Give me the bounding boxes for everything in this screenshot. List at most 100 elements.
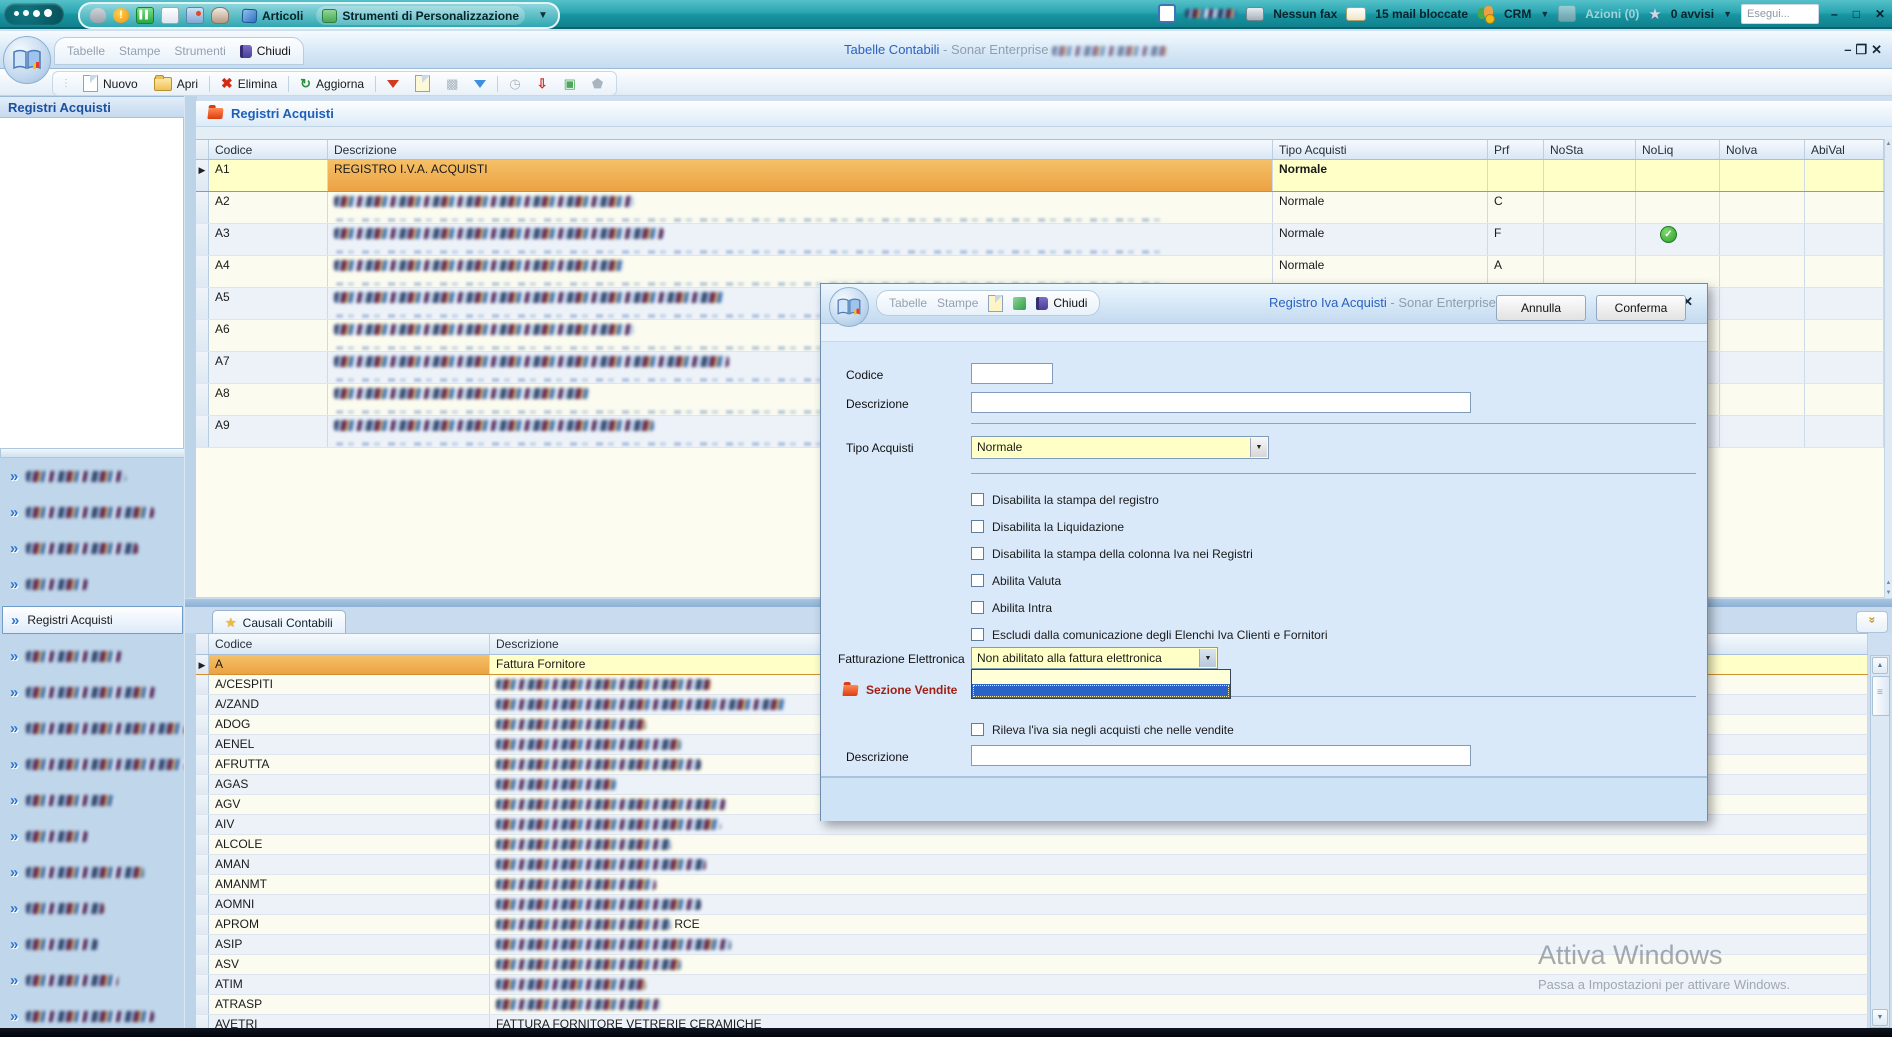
checkbox[interactable] <box>971 574 984 587</box>
apri-button[interactable]: Apri <box>149 76 203 92</box>
dialog-menu-tabelle[interactable]: Tabelle <box>889 296 927 310</box>
notebook-icon[interactable] <box>1158 4 1176 23</box>
cell-descrizione[interactable] <box>328 192 1273 223</box>
cell-codice[interactable]: A/ZAND <box>209 695 490 714</box>
alert-icon[interactable]: ! <box>113 8 129 23</box>
dropdown-option[interactable] <box>972 670 1230 684</box>
cell-noiva[interactable] <box>1720 256 1805 287</box>
cell-descrizione[interactable] <box>328 224 1273 255</box>
cell-codice[interactable]: ADOG <box>209 715 490 734</box>
crm-icon[interactable] <box>1477 6 1495 21</box>
table-row[interactable]: AMANMT <box>196 875 1868 895</box>
avvisi-caret-icon[interactable]: ▼ <box>1723 9 1732 19</box>
table-row[interactable]: AMAN <box>196 855 1868 875</box>
cell-codice[interactable]: A7 <box>209 352 328 383</box>
sidebar-item[interactable]: » <box>0 818 185 854</box>
cell-abival[interactable] <box>1805 192 1884 223</box>
cell-descrizione[interactable] <box>490 875 1868 894</box>
cell-codice[interactable]: AMAN <box>209 855 490 874</box>
cell-codice[interactable]: A8 <box>209 384 328 415</box>
table-row[interactable]: ALCOLE <box>196 835 1868 855</box>
sidebar-item[interactable]: » Registri Acquisti <box>2 606 183 634</box>
cell-abival[interactable] <box>1805 256 1884 287</box>
cell-codice[interactable]: AIV <box>209 815 490 834</box>
sidebar-item[interactable]: » <box>0 926 185 962</box>
sidebar-item[interactable]: » <box>0 710 185 746</box>
checkbox[interactable] <box>971 493 984 506</box>
aggiorna-button[interactable]: ↻Aggiorna <box>295 75 369 93</box>
cell-codice[interactable]: AENEL <box>209 735 490 754</box>
cell-prf[interactable] <box>1488 160 1544 191</box>
cell-descrizione[interactable] <box>490 855 1868 874</box>
checkbox-row[interactable]: Abilita Valuta <box>971 574 1061 588</box>
menu-chiudi[interactable]: Chiudi <box>240 44 291 58</box>
taskbar-tab-strumenti[interactable]: Strumenti di Personalizzazione <box>316 6 525 25</box>
cell-prf[interactable]: C <box>1488 192 1544 223</box>
filter-button[interactable] <box>469 79 491 89</box>
column-header-noiva[interactable]: NoIva <box>1720 140 1805 159</box>
sidebar-splitter[interactable] <box>0 448 185 458</box>
taskbar-minimize-button[interactable]: – <box>1828 7 1841 21</box>
nuovo-button[interactable]: Nuovo <box>78 74 143 93</box>
sidebar-item[interactable]: » <box>0 494 185 530</box>
column-header-prf[interactable]: Prf <box>1488 140 1544 159</box>
cell-descrizione[interactable] <box>490 895 1868 914</box>
checkbox[interactable] <box>971 628 984 641</box>
cell-abival[interactable] <box>1805 320 1884 351</box>
cell-codice[interactable]: AGV <box>209 795 490 814</box>
cell-descrizione[interactable] <box>490 995 1868 1014</box>
hand-icon[interactable] <box>90 8 106 23</box>
cell-noliq[interactable] <box>1636 192 1720 223</box>
cell-noiva[interactable] <box>1720 192 1805 223</box>
column-header-descrizione[interactable]: Descrizione <box>328 140 1273 159</box>
cell-tipo-acquisti[interactable]: Normale <box>1273 160 1488 191</box>
checkbox[interactable] <box>971 601 984 614</box>
scroll-down-button[interactable]: ▼ <box>1872 1009 1888 1026</box>
cell-codice[interactable]: A3 <box>209 224 328 255</box>
checkbox[interactable] <box>971 723 984 736</box>
video-icon[interactable]: ▌▌ <box>136 7 154 24</box>
sidebar-item[interactable]: » <box>0 746 185 782</box>
cell-codice[interactable]: ATRASP <box>209 995 490 1014</box>
cell-codice[interactable]: APROM <box>209 915 490 934</box>
help-book-icon[interactable] <box>1013 297 1026 310</box>
conferma-button[interactable]: Conferma <box>1596 295 1686 321</box>
cell-noiva[interactable] <box>1720 224 1805 255</box>
mail-blocked-label[interactable]: 15 mail bloccate <box>1375 7 1468 21</box>
window-minimize-button[interactable]: – <box>1844 42 1855 57</box>
cell-noliq[interactable] <box>1636 160 1720 191</box>
cell-prf[interactable]: F <box>1488 224 1544 255</box>
cell-descrizione[interactable]: REGISTRO I.V.A. ACQUISTI <box>328 160 1273 191</box>
sidebar-item[interactable]: » <box>0 782 185 818</box>
column-header-codice[interactable]: Codice <box>209 140 328 159</box>
cell-tipo-acquisti[interactable]: Normale <box>1273 224 1488 255</box>
cell-descrizione[interactable]: RCE <box>490 915 1868 934</box>
cell-abival[interactable] <box>1805 416 1884 447</box>
taskbar-tab-articoli[interactable]: Articoli <box>236 9 309 23</box>
fax-icon[interactable] <box>1246 7 1264 21</box>
cell-noliq[interactable]: ✓ <box>1636 224 1720 255</box>
cell-noiva[interactable] <box>1720 352 1805 383</box>
cell-codice[interactable]: ATIM <box>209 975 490 994</box>
table-row[interactable]: A2 Normale C <box>196 192 1884 224</box>
avvisi-label[interactable]: 0 avvisi <box>1671 7 1714 21</box>
checkbox[interactable] <box>971 520 984 533</box>
column-header-abival[interactable]: AbiVal <box>1805 140 1884 159</box>
cell-codice[interactable]: A/CESPITI <box>209 675 490 694</box>
descrizione-field[interactable] <box>971 392 1471 413</box>
rileva-checkbox-row[interactable]: Rileva l'iva sia negli acquisti che nell… <box>971 723 1234 737</box>
table-row[interactable]: ▶ A1 REGISTRO I.V.A. ACQUISTI Normale <box>196 160 1884 192</box>
menu-tabelle[interactable]: Tabelle <box>67 44 105 58</box>
cell-noiva[interactable] <box>1720 160 1805 191</box>
new-page-icon[interactable] <box>988 295 1003 312</box>
cell-codice[interactable]: ALCOLE <box>209 835 490 854</box>
cell-codice[interactable]: A2 <box>209 192 328 223</box>
cell-nosta[interactable] <box>1544 192 1636 223</box>
fax-status-label[interactable]: Nessun fax <box>1273 7 1337 21</box>
cell-codice[interactable]: AFRUTTA <box>209 755 490 774</box>
sidebar-item[interactable]: » <box>0 566 185 602</box>
scrollbar-thumb[interactable] <box>1872 676 1890 716</box>
star-icon[interactable]: ★ <box>1648 5 1661 23</box>
checkbox-row[interactable]: Disabilita la stampa del registro <box>971 493 1159 507</box>
sidebar-item[interactable]: » <box>0 962 185 998</box>
